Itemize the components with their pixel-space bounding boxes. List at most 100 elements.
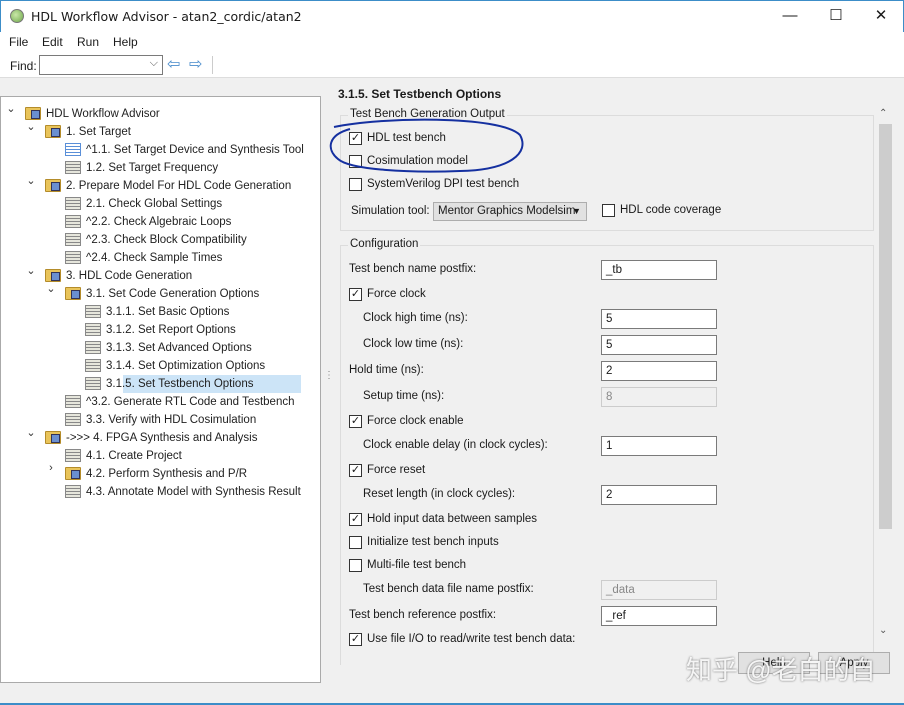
pane-splitter[interactable]: ⋮ [324,370,334,381]
config-checkbox-label: Multi-file test bench [367,559,467,571]
config-input[interactable]: _ref [601,606,717,626]
folder-icon [65,287,81,301]
config-checkbox[interactable]: ✓ [349,288,362,301]
tree-item[interactable]: ->>> 4. FPGA Synthesis and Analysis [45,429,257,447]
hdl-coverage-checkbox[interactable] [602,204,615,217]
tree-item[interactable]: 1.2. Set Target Frequency [65,159,218,177]
chevron-down-icon[interactable]: ⌄ [25,426,37,439]
tree-item[interactable]: 3.1.5. Set Testbench Options [85,375,253,393]
tree-item[interactable]: ^2.3. Check Block Compatibility [65,231,247,249]
config-checkbox-label: Force reset [367,464,426,476]
tree-item[interactable]: 3.1. Set Code Generation Options [65,285,259,303]
tree-item-label: ^1.1. Set Target Device and Synthesis To… [86,144,304,156]
minimize-button[interactable]: — [767,1,813,31]
config-input[interactable]: 5 [601,309,717,329]
config-field-label: Clock high time (ns): [363,312,468,324]
task-tree: ⌄ HDL Workflow Advisor ⌄ 1. Set Target ^1.1.… [0,96,321,683]
menu-run[interactable]: Run [77,35,99,49]
config-group-label: Configuration [348,238,421,250]
config-checkbox-label: Use file I/O to read/write test bench da… [367,633,576,645]
config-input[interactable]: _tb [601,260,717,280]
tree-item[interactable]: ^3.2. Generate RTL Code and Testbench [65,393,295,411]
config-field-label: Test bench name postfix: [349,263,477,275]
menu-edit[interactable]: Edit [42,35,63,49]
tree-item[interactable]: 3. HDL Code Generation [45,267,192,285]
tree-item-label: 3.1.2. Set Report Options [106,324,236,336]
config-checkbox[interactable]: ✓ [349,415,362,428]
scrollbar-thumb[interactable] [879,124,892,529]
config-field-label: Clock low time (ns): [363,338,464,350]
sv-dpi-label: SystemVerilog DPI test bench [367,178,520,190]
sim-tool-select[interactable]: Mentor Graphics Modelsim ▼ [433,202,587,221]
tree-item-label: HDL Workflow Advisor [46,108,160,120]
chevron-down-icon[interactable]: ⌄ [25,174,37,187]
config-input[interactable]: 2 [601,485,717,505]
title-bar: HDL Workflow Advisor - atan2_cordic/atan… [0,0,904,32]
watermark: 知乎 @老白的自 [686,655,876,685]
folder-icon [65,467,81,481]
find-input[interactable]: ⌵ [39,55,163,75]
config-checkbox-label: Force clock enable [367,415,464,427]
tree-item-label: 3.1.3. Set Advanced Options [106,342,252,354]
forward-arrow-icon[interactable]: ⇨ [189,57,207,73]
scroll-down-icon[interactable]: ⌄ [879,625,887,636]
tree-item[interactable]: ^1.1. Set Target Device and Synthesis To… [65,141,304,159]
chevron-down-icon[interactable]: ⌄ [25,120,37,133]
sim-tool-value: Mentor Graphics Modelsim [438,205,576,217]
config-field-label: Reset length (in clock cycles): [363,488,516,500]
chevron-right-icon[interactable]: › [45,462,57,474]
tree-item[interactable]: 2.1. Check Global Settings [65,195,222,213]
scroll-up-icon[interactable]: ⌃ [879,108,887,119]
config-checkbox[interactable]: ✓ [349,513,362,526]
close-button[interactable]: ✕ [858,1,904,31]
config-input[interactable]: 2 [601,361,717,381]
tree-item[interactable]: 4.3. Annotate Model with Synthesis Resul… [65,483,301,501]
tree-item[interactable]: 3.1.1. Set Basic Options [85,303,229,321]
task-icon [65,143,81,157]
tree-item[interactable]: 4.2. Perform Synthesis and P/R [65,465,247,483]
tree-item-label: ->>> 4. FPGA Synthesis and Analysis [66,432,258,444]
menu-help[interactable]: Help [113,35,138,49]
tree-item-label: 4.1. Create Project [86,450,182,462]
config-checkbox[interactable] [349,536,362,549]
tree-item[interactable]: 2. Prepare Model For HDL Code Generation [45,177,291,195]
task-icon [85,359,101,373]
task-icon [85,377,101,391]
chevron-down-icon[interactable]: ⌄ [45,282,57,295]
folder-icon [45,269,61,283]
menu-bar: File Edit Run Help [0,32,904,52]
config-checkbox[interactable] [349,559,362,572]
task-icon [65,485,81,499]
config-checkbox[interactable]: ✓ [349,464,362,477]
maximize-button[interactable]: ☐ [813,1,859,31]
config-field-label: Test bench reference postfix: [349,609,497,621]
tree-item[interactable]: 1. Set Target [45,123,131,141]
tree-item[interactable]: ^2.2. Check Algebraic Loops [65,213,231,231]
menu-file[interactable]: File [9,35,28,49]
folder-icon [45,431,61,445]
tree-item-label: 2.1. Check Global Settings [86,198,223,210]
tree-item-label: 4.3. Annotate Model with Synthesis Resul… [86,486,301,498]
chevron-down-icon[interactable]: ⌄ [5,102,17,115]
tree-item[interactable]: 3.1.3. Set Advanced Options [85,339,252,357]
chevron-down-icon[interactable]: ⌄ [25,264,37,277]
sv-dpi-checkbox[interactable] [349,178,362,191]
back-arrow-icon[interactable]: ⇦ [167,57,185,73]
tree-item[interactable]: 3.1.4. Set Optimization Options [85,357,265,375]
tree-item-label: 1. Set Target [66,126,131,138]
config-field-label: Test bench data file name postfix: [363,583,534,595]
chevron-down-icon[interactable]: ⌵ [150,57,158,70]
window-title: HDL Workflow Advisor - atan2_cordic/atan… [31,9,302,24]
tree-item[interactable]: HDL Workflow Advisor [25,105,160,123]
task-icon [65,233,81,247]
tree-item-label: ^2.2. Check Algebraic Loops [86,216,232,228]
config-checkbox-label: Hold input data between samples [367,513,538,525]
tree-item[interactable]: 4.1. Create Project [65,447,182,465]
tree-item[interactable]: 3.1.2. Set Report Options [85,321,236,339]
tree-item[interactable]: 3.3. Verify with HDL Cosimulation [65,411,256,429]
tree-item[interactable]: ^2.4. Check Sample Times [65,249,222,267]
tree-item-label: ^2.4. Check Sample Times [86,252,223,264]
config-checkbox[interactable]: ✓ [349,633,362,646]
config-input[interactable]: 5 [601,335,717,355]
config-input[interactable]: 1 [601,436,717,456]
